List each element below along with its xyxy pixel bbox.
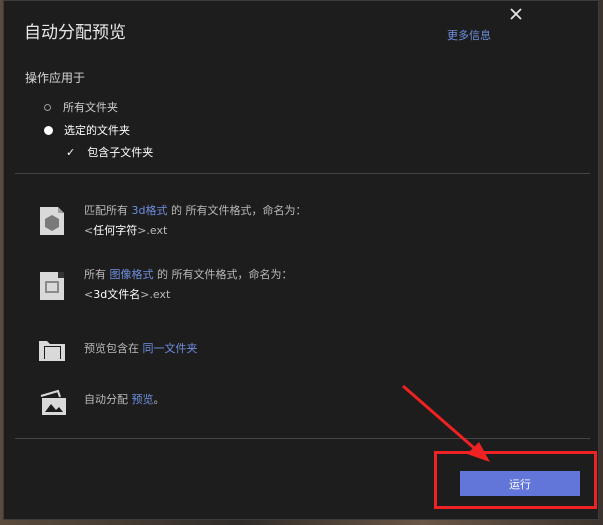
- radio-unselected-icon[interactable]: [44, 103, 51, 111]
- checkmark-icon: ✓: [66, 145, 76, 159]
- annotation-arrow-icon: [402, 384, 490, 462]
- dialog-title: 自动分配预览: [24, 23, 126, 43]
- auto-assign-preview-dialog: 自动分配预览 更多信息 操作应用于 所有文件夹 选定的文件夹 ✓ 包含子文件夹 …: [3, 0, 599, 520]
- divider-top: [15, 173, 590, 174]
- same-folder-link[interactable]: 同一文件夹: [143, 342, 198, 355]
- rule-image-text: 所有 图像格式 的 所有文件格式，命名为： <3d文件名>.ext: [84, 268, 293, 301]
- 3d-format-link[interactable]: 3d格式: [132, 204, 168, 217]
- apply-to-label: 操作应用于: [25, 71, 86, 85]
- preview-image-icon: [40, 389, 66, 415]
- radio-selected-icon[interactable]: [44, 125, 53, 135]
- option-selected-folders-label: 选定的文件夹: [64, 124, 130, 137]
- option-all-folders-label: 所有文件夹: [63, 101, 118, 114]
- rule-folder-text: 预览包含在 同一文件夹: [84, 342, 198, 355]
- option-all-folders[interactable]: 所有文件夹: [44, 99, 118, 115]
- preview-link[interactable]: 预览: [132, 393, 154, 406]
- include-subfolders-label: 包含子文件夹: [87, 146, 154, 159]
- 3d-filename-token: 3d文件名: [93, 288, 141, 301]
- rule-preview-text: 自动分配 预览。: [84, 393, 165, 406]
- include-subfolders-checkbox[interactable]: ✓ 包含子文件夹: [66, 144, 153, 160]
- close-icon[interactable]: [507, 5, 525, 23]
- image-file-icon: [40, 272, 64, 300]
- more-info-link[interactable]: 更多信息: [447, 27, 491, 43]
- any-characters-token: 任何字符: [93, 224, 138, 237]
- option-selected-folders[interactable]: 选定的文件夹: [44, 122, 130, 138]
- rule-3d-text: 匹配所有 3d格式 的 所有文件格式，命名为： <任何字符>.ext: [84, 204, 307, 237]
- image-format-link[interactable]: 图像格式: [110, 268, 154, 281]
- folder-icon: [39, 341, 65, 361]
- 3d-file-icon: [40, 207, 64, 235]
